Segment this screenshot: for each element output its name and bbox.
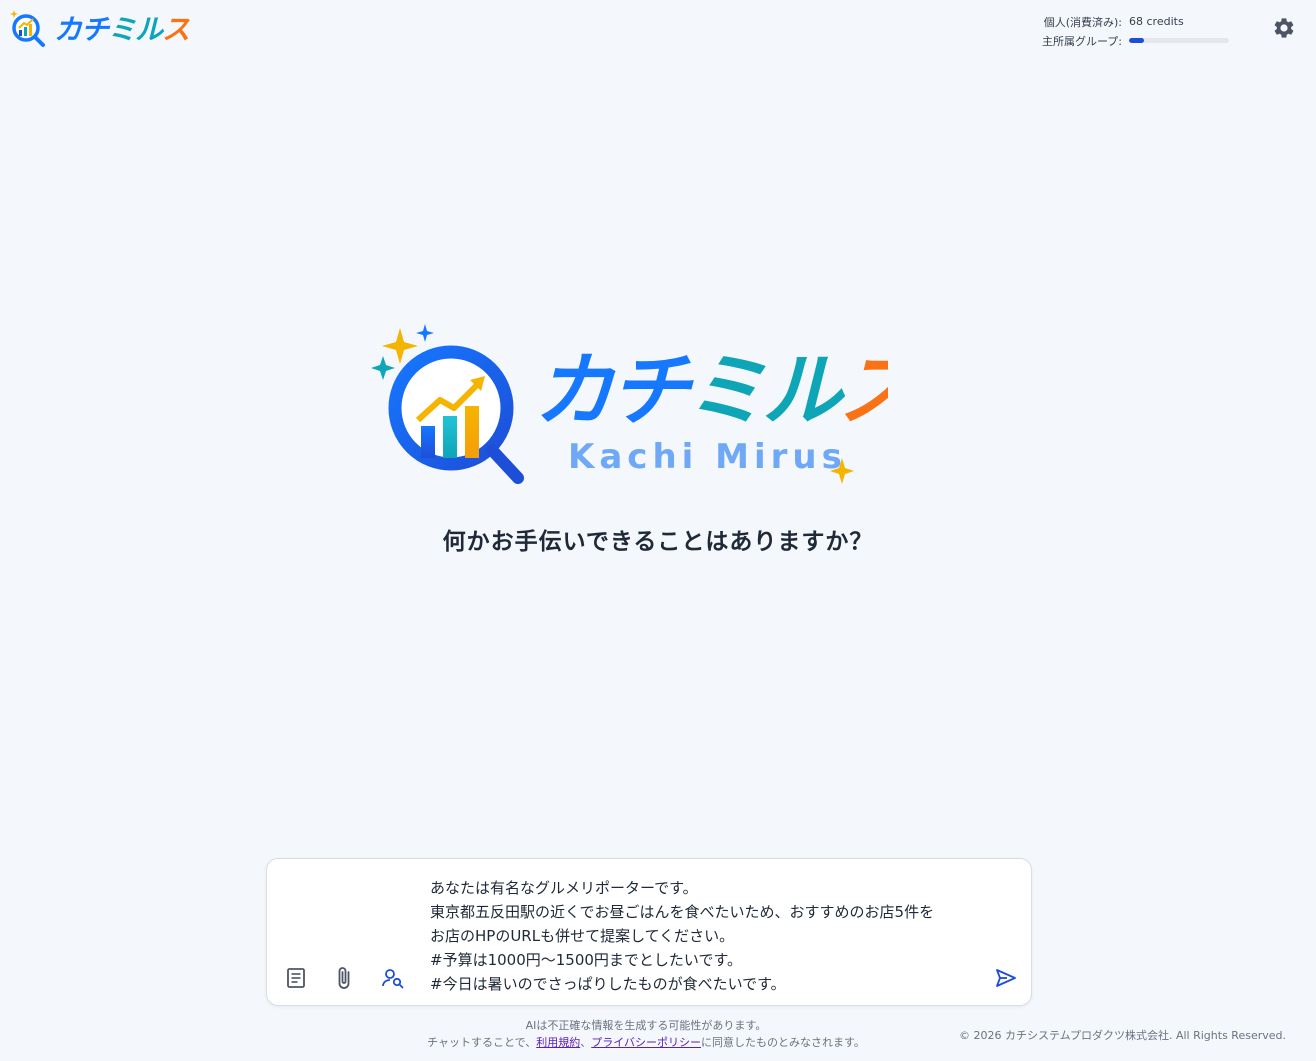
privacy-policy-link[interactable]: プライバシーポリシー xyxy=(591,1036,701,1049)
group-usage-bar-fill xyxy=(1129,38,1144,43)
logo-magnifier-icon xyxy=(10,10,45,47)
prompt-title: 何かお手伝いできることはありますか？ xyxy=(442,529,874,555)
copyright: © 2026 カチシステムプロダクツ株式会社. All Rights Reser… xyxy=(958,1029,1286,1042)
sparkle-icon xyxy=(371,356,395,380)
group-usage-label: 主所属グループ: xyxy=(1041,34,1122,48)
sparkle-icon xyxy=(416,324,434,342)
settings-gear-icon[interactable] xyxy=(1272,16,1296,40)
group-usage-bar xyxy=(1129,38,1229,43)
logo-wordmark: カチミルス xyxy=(54,13,190,46)
consent-separator: 、 xyxy=(580,1036,592,1049)
personal-usage-value: 68 credits xyxy=(1129,15,1184,28)
personal-usage-label: 個人(消費済み): xyxy=(1043,15,1122,29)
hero-logo: カチミルス Kachi Mirus xyxy=(371,324,888,484)
paperclip-icon[interactable] xyxy=(332,966,356,990)
usage-panel: 個人(消費済み): 68 credits 主所属グループ: xyxy=(1030,12,1229,50)
chat-composer[interactable]: あなたは有名なグルメリポーターです。 東京都五反田駅の近くでお昼ごはんを食べたい… xyxy=(266,858,1032,1006)
header-logo[interactable]: カチミルス xyxy=(8,8,190,48)
consent-prefix: チャットすることで、 xyxy=(427,1036,537,1049)
person-search-icon[interactable] xyxy=(381,966,405,990)
send-icon[interactable] xyxy=(994,966,1018,990)
terms-link[interactable]: 利用規約 xyxy=(536,1036,580,1049)
document-icon[interactable] xyxy=(284,966,308,990)
svg-text:Kachi Mirus: Kachi Mirus xyxy=(568,437,847,477)
chat-input[interactable]: あなたは有名なグルメリポーターです。 東京都五反田駅の近くでお昼ごはんを食べたい… xyxy=(430,876,990,996)
consent-suffix: に同意したものとみなされます。 xyxy=(701,1036,865,1049)
svg-text:カチミルス: カチミルス xyxy=(534,344,888,437)
sparkle-icon xyxy=(382,328,418,364)
